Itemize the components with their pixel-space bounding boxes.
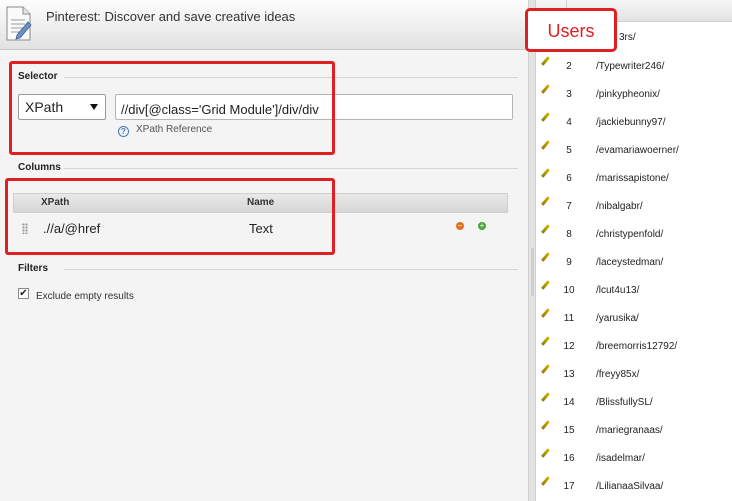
row-number: 5 <box>566 145 572 156</box>
pencil-icon[interactable] <box>541 392 550 402</box>
user-path: /jackiebunny97/ <box>596 117 666 128</box>
list-item[interactable]: 4/jackiebunny97/ <box>536 111 732 139</box>
pencil-icon[interactable] <box>541 84 550 94</box>
user-path: /isadelmar/ <box>596 453 645 464</box>
list-item[interactable]: 11/yarusika/ <box>536 307 732 335</box>
exclude-empty-label: Exclude empty results <box>36 291 134 302</box>
user-path: /laceystedman/ <box>596 257 664 268</box>
filters-divider <box>64 269 518 270</box>
row-number: 9 <box>566 257 572 268</box>
pencil-icon[interactable] <box>541 420 550 430</box>
user-path: /christypenfold/ <box>596 229 664 240</box>
list-item[interactable]: 5/evamariawoerner/ <box>536 139 732 167</box>
row-number: 13 <box>563 369 575 380</box>
user-path: /evamariawoerner/ <box>596 145 679 156</box>
list-item[interactable]: 7/nibalgabr/ <box>536 195 732 223</box>
row-number: 3 <box>566 89 572 100</box>
results-partial-value: 3rs/ <box>619 32 636 43</box>
remove-column-icon[interactable]: − <box>456 222 464 230</box>
list-item[interactable]: 17/LilianaaSilvaa/ <box>536 475 732 501</box>
pencil-icon[interactable] <box>541 476 550 486</box>
user-path: /lcut4u13/ <box>596 285 640 296</box>
pencil-icon[interactable] <box>541 448 550 458</box>
window-header: Pinterest: Discover and save creative id… <box>0 0 528 50</box>
pencil-icon[interactable] <box>541 112 550 122</box>
user-path: /yarusika/ <box>596 313 639 324</box>
exclude-empty-checkbox[interactable]: ✔ <box>18 288 29 299</box>
list-item[interactable]: 14/BlissfullySL/ <box>536 391 732 419</box>
user-path: /nibalgabr/ <box>596 201 643 212</box>
user-path: /pinkypheonix/ <box>596 89 660 100</box>
pencil-icon[interactable] <box>541 224 550 234</box>
selector-annotation-box <box>9 61 335 155</box>
columns-annotation-box <box>5 178 335 255</box>
row-number: 15 <box>563 425 575 436</box>
pencil-icon[interactable] <box>541 56 550 66</box>
row-number: 2 <box>566 61 572 72</box>
pencil-icon[interactable] <box>541 168 550 178</box>
window-title: Pinterest: Discover and save creative id… <box>46 9 296 24</box>
users-annotation-label: Users <box>547 21 595 41</box>
list-item[interactable]: 2/Typewriter246/ <box>536 55 732 83</box>
scraper-panel: Pinterest: Discover and save creative id… <box>0 0 528 501</box>
row-number: 6 <box>566 173 572 184</box>
row-number: 4 <box>566 117 572 128</box>
pencil-icon[interactable] <box>541 196 550 206</box>
list-item[interactable]: 6/marissapistone/ <box>536 167 732 195</box>
list-item[interactable]: 15/mariegranaas/ <box>536 419 732 447</box>
users-annotation: Users <box>525 8 617 52</box>
pencil-icon[interactable] <box>541 308 550 318</box>
user-path: /BlissfullySL/ <box>596 397 653 408</box>
user-path: /breemorris12792/ <box>596 341 678 352</box>
columns-divider <box>64 168 518 169</box>
user-path: /marissapistone/ <box>596 173 669 184</box>
user-path: /freyy85x/ <box>596 369 640 380</box>
user-path: /Typewriter246/ <box>596 61 665 72</box>
user-path: /mariegranaas/ <box>596 425 663 436</box>
pencil-icon[interactable] <box>541 336 550 346</box>
list-item[interactable]: 3/pinkypheonix/ <box>536 83 732 111</box>
row-number: 10 <box>563 285 575 296</box>
list-item[interactable]: 10/lcut4u13/ <box>536 279 732 307</box>
list-item[interactable]: 8/christypenfold/ <box>536 223 732 251</box>
row-number: 8 <box>566 229 572 240</box>
document-icon <box>6 6 32 41</box>
row-number: 16 <box>563 453 575 464</box>
list-item[interactable]: 16/isadelmar/ <box>536 447 732 475</box>
add-column-icon[interactable]: + <box>478 222 486 230</box>
list-item[interactable]: 12/breemorris12792/ <box>536 335 732 363</box>
pencil-icon[interactable] <box>541 252 550 262</box>
pencil-icon[interactable] <box>541 364 550 374</box>
row-number: 11 <box>563 313 575 324</box>
pencil-icon[interactable] <box>541 140 550 150</box>
row-number: 17 <box>563 481 575 492</box>
panel-splitter[interactable] <box>528 0 536 501</box>
list-item[interactable]: 13/freyy85x/ <box>536 363 732 391</box>
filters-section-label: Filters <box>18 263 49 274</box>
row-number: 14 <box>563 397 575 408</box>
user-path: /LilianaaSilvaa/ <box>596 481 664 492</box>
splitter-handle[interactable] <box>531 248 534 296</box>
pencil-icon[interactable] <box>541 280 550 290</box>
row-number: 7 <box>566 201 572 212</box>
list-item[interactable]: 9/laceystedman/ <box>536 251 732 279</box>
row-number: 12 <box>563 341 575 352</box>
columns-section-label: Columns <box>18 162 61 173</box>
